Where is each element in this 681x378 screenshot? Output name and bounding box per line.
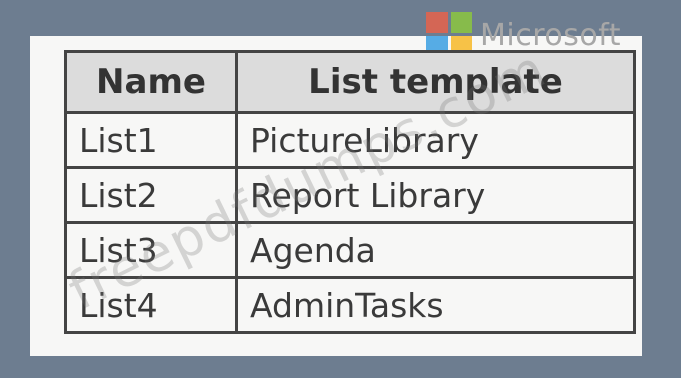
cell-name: List3	[64, 221, 238, 279]
header-list-template: List template	[235, 50, 636, 114]
microsoft-wordmark: Microsoft	[480, 18, 622, 53]
cell-list-template: PictureLibrary	[235, 111, 636, 169]
cell-list-template: Agenda	[235, 221, 636, 279]
screenshot-frame: Microsoft Name List template List1 Pictu…	[0, 0, 681, 378]
lists-table: Name List template List1 PictureLibrary …	[64, 50, 636, 334]
cell-name: List4	[64, 276, 238, 334]
table-header-row: Name List template	[64, 50, 636, 114]
cell-name: List1	[64, 111, 238, 169]
header-name: Name	[64, 50, 238, 114]
logo-square-red	[426, 12, 448, 33]
cell-name: List2	[64, 166, 238, 224]
table-row: List3 Agenda	[64, 221, 636, 279]
logo-square-green	[450, 12, 472, 33]
cell-list-template: AdminTasks	[235, 276, 636, 334]
table-row: List2 Report Library	[64, 166, 636, 224]
cell-list-template: Report Library	[235, 166, 636, 224]
table-row: List4 AdminTasks	[64, 276, 636, 334]
table-row: List1 PictureLibrary	[64, 111, 636, 169]
